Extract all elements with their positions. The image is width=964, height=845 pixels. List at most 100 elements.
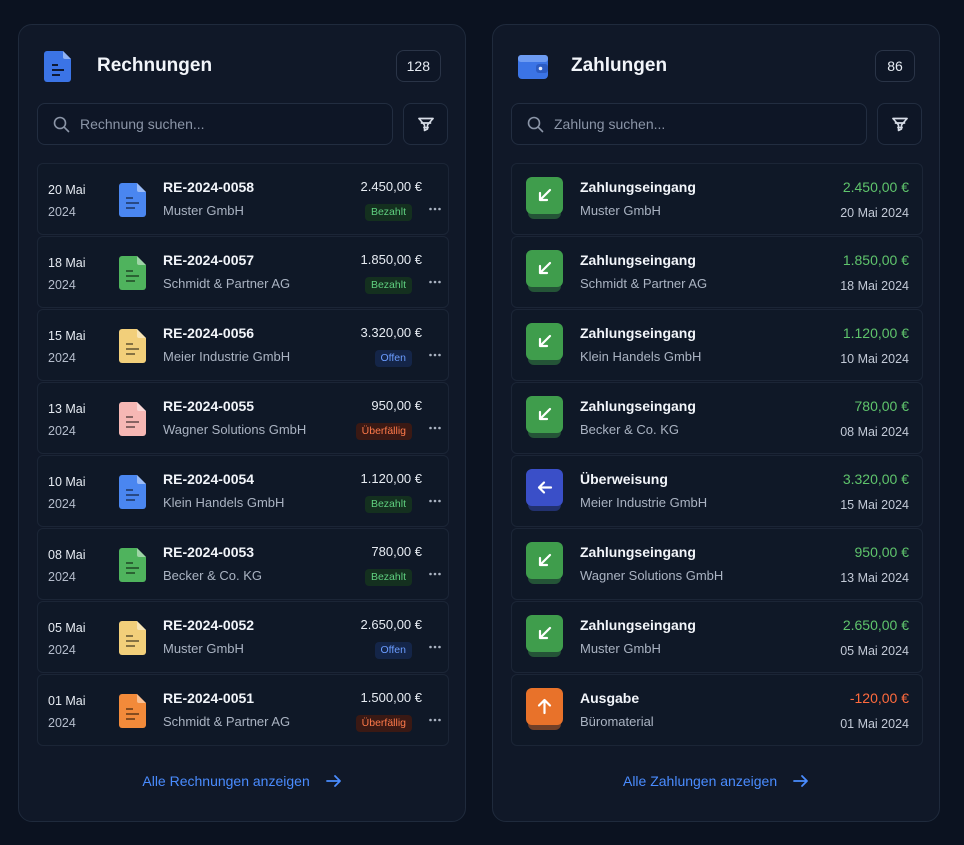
more-options-button[interactable] <box>426 567 444 585</box>
invoice-date-day: 20 Mai <box>48 183 86 197</box>
invoice-row[interactable]: 10 Mai 2024 RE-2024-0054 Klein Handels GmbH… <box>37 455 449 527</box>
document-icon <box>118 620 148 656</box>
wallet-icon <box>517 49 549 83</box>
payment-counterparty: Schmidt & Partner AG <box>580 276 708 291</box>
invoice-date-year: 2024 <box>48 570 76 584</box>
invoice-row[interactable]: 05 Mai 2024 RE-2024-0052 Muster GmbH 2.650,0… <box>37 601 449 673</box>
payment-title: Zahlungseingang <box>580 544 696 560</box>
payment-counterparty: Muster GmbH <box>580 203 661 218</box>
payment-counterparty: Becker & Co. KG <box>580 422 679 437</box>
payment-amount: -120,00 € <box>849 690 909 706</box>
invoice-customer: Muster GmbH <box>163 641 244 656</box>
invoice-date-year: 2024 <box>48 643 76 657</box>
invoice-date: 20 Mai 2024 <box>48 179 86 223</box>
payment-row[interactable]: Überweisung Meier Industrie GmbH 3.320,00 … <box>511 455 923 527</box>
invoice-date: 10 Mai 2024 <box>48 471 86 515</box>
payment-type-icon <box>526 323 563 367</box>
payment-date: 10 Mai 2024 <box>840 352 909 366</box>
invoice-row[interactable]: 20 Mai 2024 RE-2024-0058 Muster GmbH 2.450,0… <box>37 163 449 235</box>
more-options-button[interactable] <box>426 421 444 439</box>
more-options-button[interactable] <box>426 275 444 293</box>
arrow-down-left-icon <box>538 261 552 275</box>
payments-header: Zahlungen 86 <box>493 25 939 105</box>
invoice-customer: Wagner Solutions GmbH <box>163 422 307 437</box>
search-icon <box>53 116 70 133</box>
payment-filter-button[interactable] <box>877 103 922 145</box>
more-options-button[interactable] <box>426 348 444 366</box>
payment-type-icon <box>526 688 563 732</box>
invoice-amount: 950,00 € <box>371 398 422 413</box>
payment-row[interactable]: Zahlungseingang Wagner Solutions GmbH 950,… <box>511 528 923 600</box>
payment-title: Zahlungseingang <box>580 179 696 195</box>
payment-row[interactable]: Zahlungseingang Klein Handels GmbH 1.120,0… <box>511 309 923 381</box>
invoice-date-year: 2024 <box>48 205 76 219</box>
invoice-row[interactable]: 18 Mai 2024 RE-2024-0057 Schmidt & Partner … <box>37 236 449 308</box>
more-horizontal-icon <box>429 645 441 649</box>
payments-count-badge: 86 <box>875 50 915 82</box>
payment-row[interactable]: Zahlungseingang Schmidt & Partner AG 1.850… <box>511 236 923 308</box>
payment-type-icon <box>526 177 563 221</box>
invoice-row[interactable]: 15 Mai 2024 RE-2024-0056 Meier Industrie Gm… <box>37 309 449 381</box>
invoice-number: RE-2024-0058 <box>163 179 255 195</box>
payment-date: 18 Mai 2024 <box>840 279 909 293</box>
arrow-down-left-icon <box>538 626 552 640</box>
payment-row[interactable]: Zahlungseingang Muster GmbH 2.650,00 € 05 M… <box>511 601 923 673</box>
show-all-invoices-label: Alle Rechnungen anzeigen <box>142 773 310 789</box>
payments-title: Zahlungen <box>571 55 668 76</box>
document-icon <box>118 401 148 437</box>
payment-counterparty: Wagner Solutions GmbH <box>580 568 724 583</box>
invoice-row[interactable]: 13 Mai 2024 RE-2024-0055 Wagner Solutions G… <box>37 382 449 454</box>
invoice-date: 13 Mai 2024 <box>48 398 86 442</box>
payment-title: Zahlungseingang <box>580 325 696 341</box>
invoice-date-year: 2024 <box>48 351 76 365</box>
document-icon <box>118 474 148 510</box>
payment-amount: 2.450,00 € <box>842 179 909 195</box>
more-options-button[interactable] <box>426 202 444 220</box>
invoice-customer: Schmidt & Partner AG <box>163 714 291 729</box>
payment-title: Überweisung <box>580 471 668 487</box>
invoice-customer: Muster GmbH <box>163 203 244 218</box>
invoices-panel: Rechnungen 128 20 Mai 2024 RE-2024-0058 Mus… <box>18 24 466 822</box>
payment-search-input[interactable] <box>554 104 854 144</box>
payment-amount: 950,00 € <box>854 544 910 560</box>
invoice-document-icon <box>43 49 75 83</box>
invoices-count-badge: 128 <box>395 50 441 82</box>
status-badge: Bezahlt <box>364 204 412 221</box>
status-badge: Bezahlt <box>364 496 412 513</box>
more-horizontal-icon <box>429 499 441 503</box>
invoice-number: RE-2024-0053 <box>163 544 255 560</box>
invoice-amount: 1.500,00 € <box>360 690 422 705</box>
invoice-number: RE-2024-0057 <box>163 252 255 268</box>
payment-amount: 3.320,00 € <box>842 471 909 487</box>
invoice-row[interactable]: 01 Mai 2024 RE-2024-0051 Schmidt & Partner … <box>37 674 449 746</box>
payment-title: Zahlungseingang <box>580 398 696 414</box>
payment-row[interactable]: Ausgabe Büromaterial -120,00 € 01 Mai 2024 <box>511 674 923 746</box>
more-options-button[interactable] <box>426 713 444 731</box>
document-icon <box>118 547 148 583</box>
arrow-left-transfer-icon <box>537 481 553 494</box>
invoice-number: RE-2024-0055 <box>163 398 255 414</box>
more-horizontal-icon <box>429 353 441 357</box>
invoice-customer: Becker & Co. KG <box>163 568 262 583</box>
more-options-button[interactable] <box>426 640 444 658</box>
document-icon <box>118 693 148 729</box>
invoice-date: 08 Mai 2024 <box>48 544 86 588</box>
invoice-amount: 1.850,00 € <box>360 252 422 267</box>
invoice-row[interactable]: 08 Mai 2024 RE-2024-0053 Becker & Co. KG 780… <box>37 528 449 600</box>
payment-row[interactable]: Zahlungseingang Becker & Co. KG 780,00 € 08… <box>511 382 923 454</box>
payment-row[interactable]: Zahlungseingang Muster GmbH 2.450,00 € 20 M… <box>511 163 923 235</box>
arrow-up-icon <box>537 698 552 715</box>
invoice-search-box[interactable] <box>37 103 393 145</box>
arrow-down-left-icon <box>538 407 552 421</box>
more-options-button[interactable] <box>426 494 444 512</box>
status-badge: Offen <box>374 350 412 367</box>
invoice-date-day: 15 Mai <box>48 329 86 343</box>
payment-date: 05 Mai 2024 <box>840 644 909 658</box>
invoice-filter-button[interactable] <box>403 103 448 145</box>
show-all-payments-link[interactable]: Alle Zahlungen anzeigen <box>493 773 939 791</box>
payment-search-box[interactable] <box>511 103 867 145</box>
invoice-search-input[interactable] <box>80 104 380 144</box>
show-all-invoices-link[interactable]: Alle Rechnungen anzeigen <box>19 773 465 791</box>
invoice-date-day: 05 Mai <box>48 621 86 635</box>
status-badge: Überfällig <box>355 715 412 732</box>
